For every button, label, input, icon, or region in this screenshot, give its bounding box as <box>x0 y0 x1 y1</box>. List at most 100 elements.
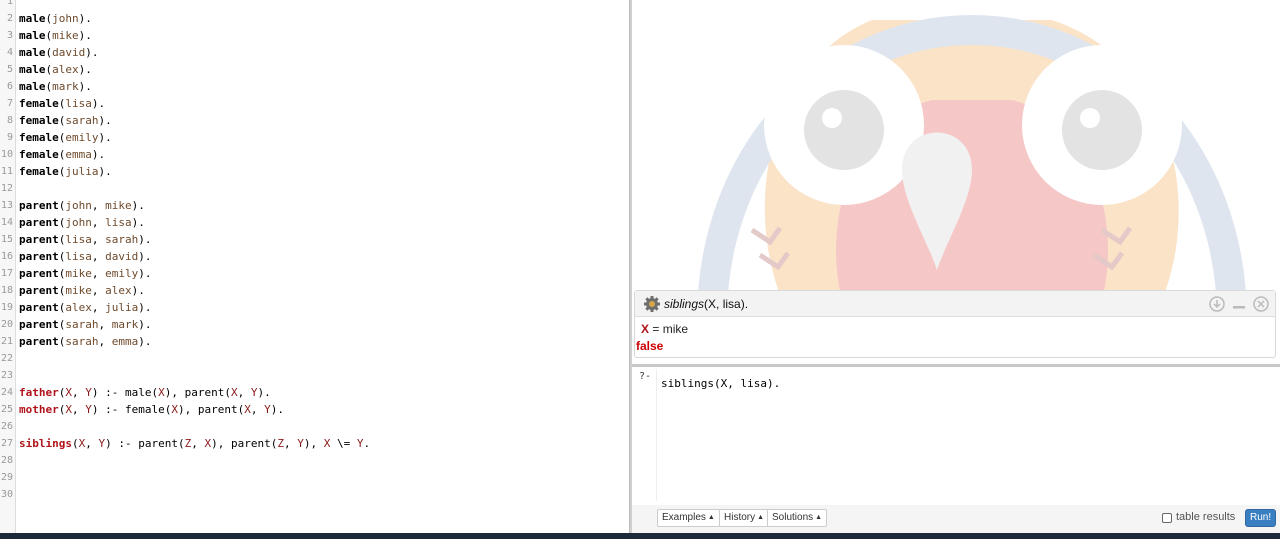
line-number: 4 <box>6 47 13 58</box>
code-token: mother <box>19 403 59 416</box>
history-button[interactable]: History ▲ <box>719 509 770 527</box>
query-pane: siblings(X, lisa). X = mike false ?- sib… <box>632 0 1280 533</box>
code-token: female <box>19 148 59 161</box>
code-token: ) :- <box>91 386 125 399</box>
code-token: ). <box>91 97 106 110</box>
code-line: mother(X, Y) :- female(X), parent(X, Y). <box>19 401 284 418</box>
code-token: , <box>91 233 106 246</box>
line-number: 11 <box>0 166 13 177</box>
code-token: X <box>231 386 238 399</box>
code-token: , <box>91 267 106 280</box>
line-number: 26 <box>0 421 13 432</box>
code-line: parent(sarah, mark). <box>19 316 152 333</box>
code-token: parent <box>19 216 59 229</box>
code-token: emma <box>65 148 92 161</box>
code-token: , <box>91 216 106 229</box>
line-number: 28 <box>0 455 13 466</box>
query-text[interactable]: siblings(X, lisa). <box>661 377 780 390</box>
line-number: 6 <box>6 81 13 92</box>
code-token: male <box>19 80 46 93</box>
code-token: parent <box>230 437 271 450</box>
line-number: 2 <box>6 13 13 24</box>
code-token: Y <box>250 386 258 399</box>
code-token: , <box>72 386 86 399</box>
code-token: . <box>363 437 371 450</box>
code-token: male <box>125 386 152 399</box>
line-number: 30 <box>0 489 13 500</box>
code-token: ). <box>98 131 112 144</box>
taskbar <box>0 533 1280 539</box>
code-token: ), <box>303 437 324 450</box>
code-token: ). <box>270 403 284 416</box>
code-token: X <box>65 386 72 399</box>
code-token: X <box>171 403 178 416</box>
download-icon[interactable] <box>1209 296 1225 312</box>
caret-up-icon: ▲ <box>757 514 765 521</box>
code-token: female <box>19 131 59 144</box>
code-token: male <box>19 29 46 42</box>
code-token: , <box>250 403 265 416</box>
code-token: ). <box>131 216 145 229</box>
line-number: 5 <box>6 64 13 75</box>
code-token: ). <box>78 29 92 42</box>
code-token: , <box>85 437 99 450</box>
table-results-label: table results <box>1176 511 1236 523</box>
code-token: ). <box>138 335 152 348</box>
code-token: male <box>19 63 46 76</box>
code-token: mark <box>52 80 79 93</box>
code-line: parent(lisa, david). <box>19 248 152 265</box>
code-token: emma <box>111 335 139 348</box>
code-token: , <box>91 301 106 314</box>
code-token: Z <box>277 437 284 450</box>
line-number: 25 <box>0 404 13 415</box>
line-number: 14 <box>0 217 13 228</box>
code-token: female <box>125 403 165 416</box>
table-results-checkbox[interactable] <box>1162 513 1172 523</box>
code-token: mike <box>52 29 79 42</box>
code-token: ) :- <box>91 403 125 416</box>
code-token: lisa <box>65 97 92 110</box>
code-token: Y <box>85 403 92 416</box>
code-token: X <box>65 403 72 416</box>
code-token: male <box>19 46 46 59</box>
code-token: ) :- <box>105 437 139 450</box>
code-token: , <box>283 437 298 450</box>
gear-icon[interactable] <box>643 295 661 313</box>
line-number: 15 <box>0 234 13 245</box>
code-token: , <box>91 199 106 212</box>
close-icon[interactable] <box>1253 296 1269 312</box>
code-line: male(john). <box>19 10 92 27</box>
answer-query-title: siblings(X, lisa). <box>664 297 749 311</box>
code-token: parent <box>19 335 59 348</box>
code-token: emily <box>65 131 99 144</box>
code-token: mike <box>105 199 132 212</box>
query-prompt: ?- <box>639 371 652 382</box>
answer-result: false <box>636 339 664 353</box>
code-token: parent <box>184 386 225 399</box>
minimize-icon[interactable] <box>1231 296 1247 312</box>
code-line: female(lisa). <box>19 95 105 112</box>
line-number-gutter: 1 2 3 4 5 6 7 8 9 10 11 12 13 14 15 16 17 18 19 20 21 22 23 24 2… <box>0 0 16 533</box>
code-token: ). <box>78 63 92 76</box>
examples-button[interactable]: Examples ▲ <box>657 509 720 527</box>
solutions-button[interactable]: Solutions ▲ <box>767 509 828 527</box>
code-token: , <box>237 386 251 399</box>
code-token: alex <box>65 301 92 314</box>
program-editor[interactable]: 1 2 3 4 5 6 7 8 9 10 11 12 13 14 15 16 17 18 19 20 21 22 23 24 2… <box>0 0 629 533</box>
query-editor[interactable]: siblings(X, lisa). <box>656 369 1275 501</box>
code-line: parent(john, mike). <box>19 197 145 214</box>
code-token: , <box>91 250 106 263</box>
line-number: 19 <box>0 302 13 313</box>
code-token: ). <box>257 386 271 399</box>
line-number: 3 <box>6 30 13 41</box>
code-token: julia <box>105 301 139 314</box>
code-line: male(mark). <box>19 78 92 95</box>
code-token: , <box>91 284 106 297</box>
code-token: alex <box>52 63 79 76</box>
code-token: parent <box>19 284 59 297</box>
run-button[interactable]: Run! <box>1245 509 1277 527</box>
code-token: ). <box>138 318 152 331</box>
line-number: 10 <box>0 149 13 160</box>
code-token: sarah <box>65 114 99 127</box>
code-token: emily <box>105 267 139 280</box>
